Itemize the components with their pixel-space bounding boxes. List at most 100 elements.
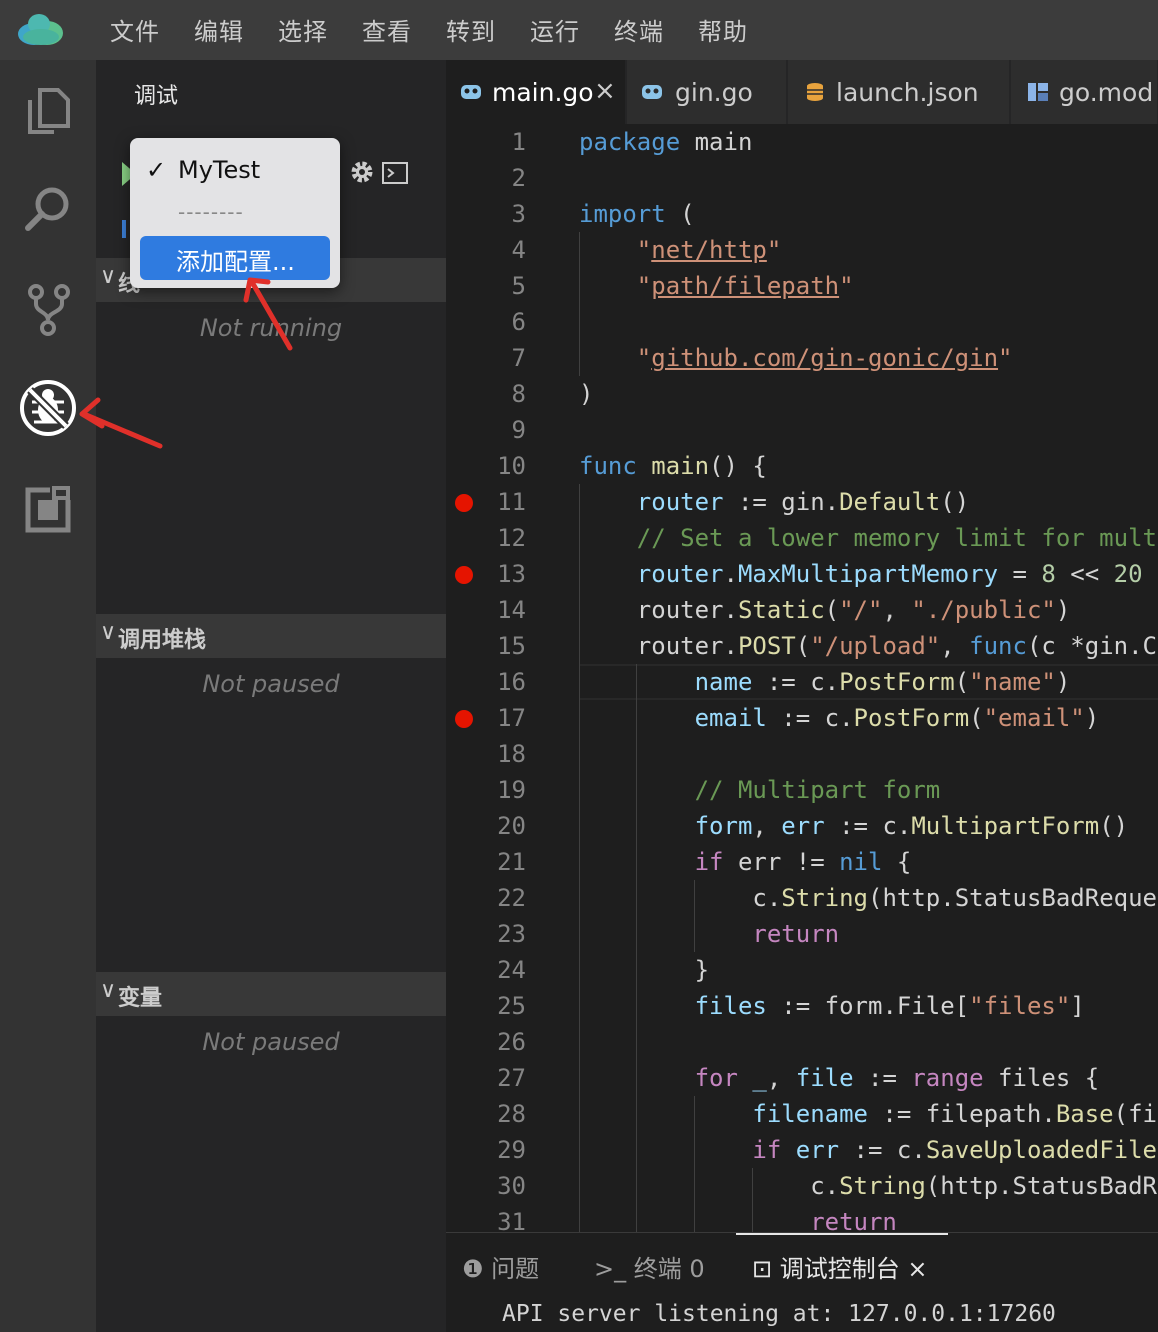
code-line: 9: [446, 412, 1158, 448]
bottom-panel: ❶ 问题 >_ 终端 0 ⊡ 调试控制台 × API server listen…: [446, 1232, 1158, 1332]
menu-run[interactable]: 运行: [530, 12, 580, 47]
line-number: 14: [497, 596, 526, 624]
tab-problems[interactable]: ❶ 问题: [462, 1249, 539, 1284]
menu-file[interactable]: 文件: [110, 12, 160, 47]
code-text: form, err := c.MultipartForm(): [694, 812, 1129, 840]
menu-go[interactable]: 转到: [446, 12, 496, 47]
code-line: 26: [446, 1024, 1158, 1060]
extensions-icon[interactable]: [18, 478, 78, 538]
menu-help[interactable]: 帮助: [698, 12, 748, 47]
threads-placeholder: Not running: [199, 314, 343, 342]
line-number: 27: [497, 1064, 526, 1092]
debug-icon[interactable]: [18, 378, 78, 438]
code-line: 31 return: [446, 1204, 1158, 1232]
code-text: files := form.File["files"]: [694, 992, 1085, 1020]
app-logo-icon: [18, 14, 63, 45]
code-line: 10 func main() {: [446, 448, 1158, 484]
menu-terminal[interactable]: 终端: [614, 12, 664, 47]
chevron-down-icon: ∨: [100, 264, 117, 289]
code-text: package main: [579, 128, 753, 156]
line-number: 11: [497, 488, 526, 516]
tab-main-go[interactable]: main.go ×: [446, 60, 626, 124]
code-line: 5 "path/filepath": [446, 268, 1158, 304]
code-line: 22 c.String(http.StatusBadReque: [446, 880, 1158, 916]
code-line: 15 router.POST("/upload", func(c *gin.C: [446, 628, 1158, 664]
line-number: 7: [511, 344, 526, 372]
source-control-icon[interactable]: [18, 278, 78, 338]
line-number: 8: [511, 380, 526, 408]
code-text: }: [579, 956, 710, 984]
code-line: 19 // Multipart form: [446, 772, 1158, 808]
code-editor[interactable]: 1 package main 2 3 import ( 4 "net/http" 5…: [446, 124, 1158, 1232]
files-icon[interactable]: [18, 80, 78, 140]
code-line: 25 files := form.File["files"]: [446, 988, 1158, 1024]
code-line: 18: [446, 736, 1158, 772]
go-file-icon: [461, 85, 481, 99]
code-text: for _, file := range files {: [694, 1064, 1100, 1092]
tab-label: main.go: [492, 78, 594, 107]
menu-edit[interactable]: 编辑: [194, 12, 244, 47]
code-text: router.MaxMultipartMemory = 8 << 20: [636, 560, 1143, 588]
code-text: // Multipart form: [694, 776, 941, 804]
line-number: 16: [497, 668, 526, 696]
debug-console-icon[interactable]: [382, 162, 408, 184]
line-number: 29: [497, 1136, 526, 1164]
line-number: 25: [497, 992, 526, 1020]
line-number: 3: [511, 200, 526, 228]
launch-config-dropdown[interactable]: ✓ MyTest -------- 添加配置...: [130, 138, 340, 288]
code-line: 23 return: [446, 916, 1158, 952]
code-text: router.POST("/upload", func(c *gin.C: [579, 632, 1157, 660]
go-file-icon: [642, 85, 662, 99]
line-number: 20: [497, 812, 526, 840]
tab-go-mod[interactable]: go.mod: [1011, 60, 1158, 124]
line-number: 19: [497, 776, 526, 804]
tab-label: 问题: [491, 1255, 540, 1283]
line-number: 30: [497, 1172, 526, 1200]
line-number: 1: [511, 128, 526, 156]
sidebar-title: 调试: [134, 84, 179, 109]
breakpoint-icon[interactable]: [455, 566, 473, 584]
console-icon: ⊡: [752, 1255, 773, 1283]
chevron-down-icon: ∨: [100, 978, 117, 1003]
line-number: 28: [497, 1100, 526, 1128]
line-number: 9: [511, 416, 526, 444]
code-line: 7 "github.com/gin-gonic/gin": [446, 340, 1158, 376]
active-tab-indicator: [736, 1233, 948, 1235]
menu-selection[interactable]: 选择: [278, 12, 328, 47]
close-icon[interactable]: ×: [907, 1255, 927, 1283]
code-text: ): [579, 380, 594, 408]
close-icon[interactable]: ×: [594, 76, 616, 106]
search-icon[interactable]: [18, 178, 78, 238]
callstack-section-header[interactable]: ∨ 调用堆栈: [96, 614, 446, 658]
gear-icon[interactable]: [348, 158, 376, 186]
tab-launch-json[interactable]: launch.json: [788, 60, 1010, 124]
line-number: 10: [497, 452, 526, 480]
add-configuration-option[interactable]: 添加配置...: [140, 236, 330, 280]
json-file-icon: [807, 83, 823, 101]
tab-gin-go[interactable]: gin.go: [627, 60, 787, 124]
code-text: router := gin.Default(): [636, 488, 970, 516]
tab-label: 终端: [633, 1255, 682, 1283]
code-line: 27 for _, file := range files {: [446, 1060, 1158, 1096]
variables-placeholder: Not paused: [202, 1028, 340, 1056]
variables-section-header[interactable]: ∨ 变量: [96, 972, 446, 1016]
terminal-count: 0: [689, 1255, 705, 1283]
breakpoint-icon[interactable]: [455, 710, 473, 728]
config-option-mytest[interactable]: MyTest: [178, 156, 260, 184]
breakpoint-icon[interactable]: [455, 494, 473, 512]
mod-file-icon: [1028, 83, 1048, 101]
code-line: 11 router := gin.Default(): [446, 484, 1158, 520]
tab-terminal[interactable]: >_ 终端 0: [594, 1249, 705, 1284]
line-number: 26: [497, 1028, 526, 1056]
line-number: 31: [497, 1208, 526, 1232]
dropdown-separator: --------: [178, 200, 244, 224]
code-text: router.Static("/", "./public"): [579, 596, 1071, 624]
code-text: import (: [579, 200, 695, 228]
tab-debug-console[interactable]: ⊡ 调试控制台 ×: [752, 1249, 928, 1284]
code-text: return: [752, 920, 840, 948]
menu-view[interactable]: 查看: [362, 12, 412, 47]
tab-label: gin.go: [675, 78, 753, 107]
line-number: 13: [497, 560, 526, 588]
code-text: func main() {: [579, 452, 767, 480]
checkmark-icon: ✓: [146, 156, 167, 184]
